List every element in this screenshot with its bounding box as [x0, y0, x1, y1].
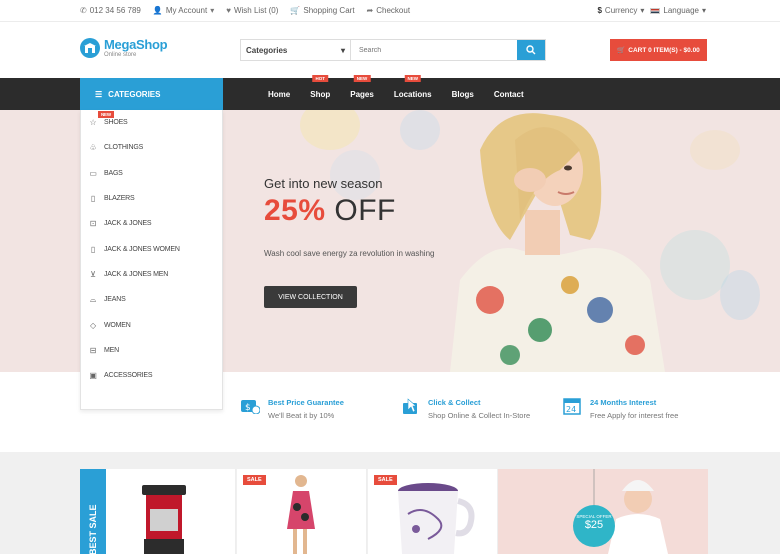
nav-item-locations[interactable]: NEW Locations: [384, 75, 442, 110]
new-badge: NEW: [353, 75, 371, 82]
shirt-icon: ⊡: [89, 219, 97, 229]
blazer-icon: ▯: [90, 194, 96, 204]
user-icon: 👤: [152, 6, 163, 15]
flower-decoration: [720, 270, 760, 320]
search-button[interactable]: [517, 40, 545, 60]
caret-down-icon: ▾: [640, 6, 645, 15]
phone-link[interactable]: ✆ 012 34 56 789: [80, 6, 141, 15]
logo-tagline: Online store: [104, 52, 137, 58]
dollar-icon: $: [597, 6, 602, 15]
svg-text:$: $: [245, 403, 251, 413]
diamond-icon: ◇: [90, 320, 96, 330]
search-icon: [526, 45, 536, 55]
category-jeans[interactable]: ⌓ JEANS: [81, 287, 222, 312]
flower-decoration: [300, 110, 360, 150]
shopping-cart-link[interactable]: 🛒 Shopping Cart: [290, 6, 354, 15]
dress-model-image: [287, 475, 315, 554]
model-image: [450, 113, 665, 372]
main-nav: ☰ CATEGORIES Home HOT Shop NEW Pages NEW Lo…: [0, 75, 780, 110]
price-tag-icon: $: [240, 396, 260, 416]
flag-icon: [650, 7, 661, 14]
search-input[interactable]: [351, 40, 517, 60]
caret-down-icon: ▾: [701, 6, 706, 15]
flower-decoration: [330, 150, 380, 200]
menu: Home HOT Shop NEW Pages NEW Locations Blogs…: [258, 75, 534, 110]
svg-text:24: 24: [566, 405, 576, 414]
category-clothings[interactable]: ♧ CLOTHINGS: [81, 135, 222, 160]
cursor-icon: [400, 396, 420, 416]
category-jack-jones[interactable]: ⊡ JACK & JONES: [81, 211, 222, 236]
category-shoes[interactable]: NEW ☆ SHOES: [81, 110, 222, 135]
nav-item-contact[interactable]: Contact: [484, 78, 534, 110]
store-icon: [80, 38, 100, 58]
special-offer-badge: SPECIAL OFFER $25: [573, 505, 615, 547]
feature-click-collect: Click & Collect Shop Online & Collect In…: [400, 396, 530, 420]
new-badge: NEW: [404, 75, 421, 82]
product-card-mug[interactable]: SALE: [368, 469, 498, 554]
coffee-machine-image: [142, 485, 186, 554]
heart-icon: ♥: [226, 6, 231, 15]
cart-icon: 🛒: [617, 47, 626, 54]
caret-down-icon: ▾: [340, 45, 345, 55]
header: MegaShop Online store Categories▾ 🛒 CART…: [0, 22, 780, 78]
checkout-link[interactable]: ➦ Checkout: [367, 6, 411, 15]
flower-decoration: [690, 130, 740, 170]
categories-sidebar: NEW ☆ SHOES ♧ CLOTHINGS ▭ BAGS ▯ BLAZERS ⊡ JAC…: [80, 110, 223, 410]
mug-image: [398, 483, 475, 554]
hero-discount: 25% OFF: [264, 194, 396, 227]
calendar-icon: 24: [562, 396, 582, 416]
clothing-icon: ♧: [89, 143, 97, 153]
wishlist-link[interactable]: ♥ Wish List (0): [226, 6, 278, 15]
phone-icon: ✆: [80, 6, 87, 15]
nav-item-pages[interactable]: NEW Pages: [340, 75, 384, 110]
caret-down-icon: ▾: [210, 6, 215, 15]
cart-icon: ⊻: [90, 269, 96, 279]
nav-item-shop[interactable]: HOT Shop: [300, 75, 340, 110]
cart-button[interactable]: 🛒 CART 0 ITEM(S) - $0.00: [610, 39, 707, 61]
hot-badge: HOT: [312, 75, 328, 82]
search-category-select[interactable]: Categories ▾: [241, 40, 351, 60]
category-accessories[interactable]: ▣ ACCESSORIES: [81, 363, 222, 388]
view-collection-button[interactable]: VIEW COLLECTION: [264, 286, 357, 308]
categories-toggle[interactable]: ☰ CATEGORIES: [80, 78, 223, 110]
category-jack-jones-men[interactable]: ⊻ JACK & JONES MEN: [81, 262, 222, 287]
product-card-dress[interactable]: SALE: [237, 469, 367, 554]
nav-item-home[interactable]: Home: [258, 78, 300, 110]
logo[interactable]: MegaShop Online store: [80, 37, 168, 58]
category-bags[interactable]: ▭ BAGS: [81, 161, 222, 186]
menu-icon: ☰: [95, 89, 103, 99]
hero-subtitle: Wash cool save energy za revolution in w…: [264, 249, 435, 258]
category-men[interactable]: ⊟ MEN: [81, 338, 222, 363]
product-strip: BEST SALE SALE SALE: [0, 452, 780, 554]
feature-24-months: 24 24 Months Interest Free Apply for int…: [562, 396, 678, 420]
phone-icon: ▯: [90, 244, 96, 254]
hero-title: Get into new season: [264, 176, 383, 191]
share-icon: ➦: [366, 6, 374, 15]
hat-icon: ⌓: [89, 294, 97, 304]
new-badge: NEW: [98, 111, 114, 118]
product-card-coffee-machine[interactable]: [106, 469, 236, 554]
category-blazers[interactable]: ▯ BLAZERS: [81, 186, 222, 211]
bag-icon: ▭: [89, 168, 97, 178]
category-jack-jones-women[interactable]: ▯ JACK & JONES WOMEN: [81, 236, 222, 261]
category-women[interactable]: ◇ WOMEN: [81, 312, 222, 337]
search-bar: Categories ▾: [240, 39, 546, 61]
nav-item-blogs[interactable]: Blogs: [442, 78, 484, 110]
cart-icon: 🛒: [290, 6, 301, 15]
best-sale-tab[interactable]: BEST SALE: [80, 469, 106, 554]
currency-select[interactable]: $ Currency ▾: [597, 6, 644, 15]
hdd-icon: ⊟: [89, 345, 97, 355]
logo-name: MegaShop: [104, 37, 168, 52]
top-bar: ✆ 012 34 56 789 👤 My Account ▾ ♥ Wish List (…: [0, 0, 780, 22]
my-account-menu[interactable]: 👤 My Account ▾: [153, 6, 214, 15]
shoe-icon: ☆: [89, 118, 97, 128]
feature-best-price: $ Best Price Guarantee We'll Beat it by …: [240, 396, 344, 420]
language-select[interactable]: Language ▾: [650, 6, 706, 15]
briefcase-icon: ▣: [89, 371, 97, 381]
